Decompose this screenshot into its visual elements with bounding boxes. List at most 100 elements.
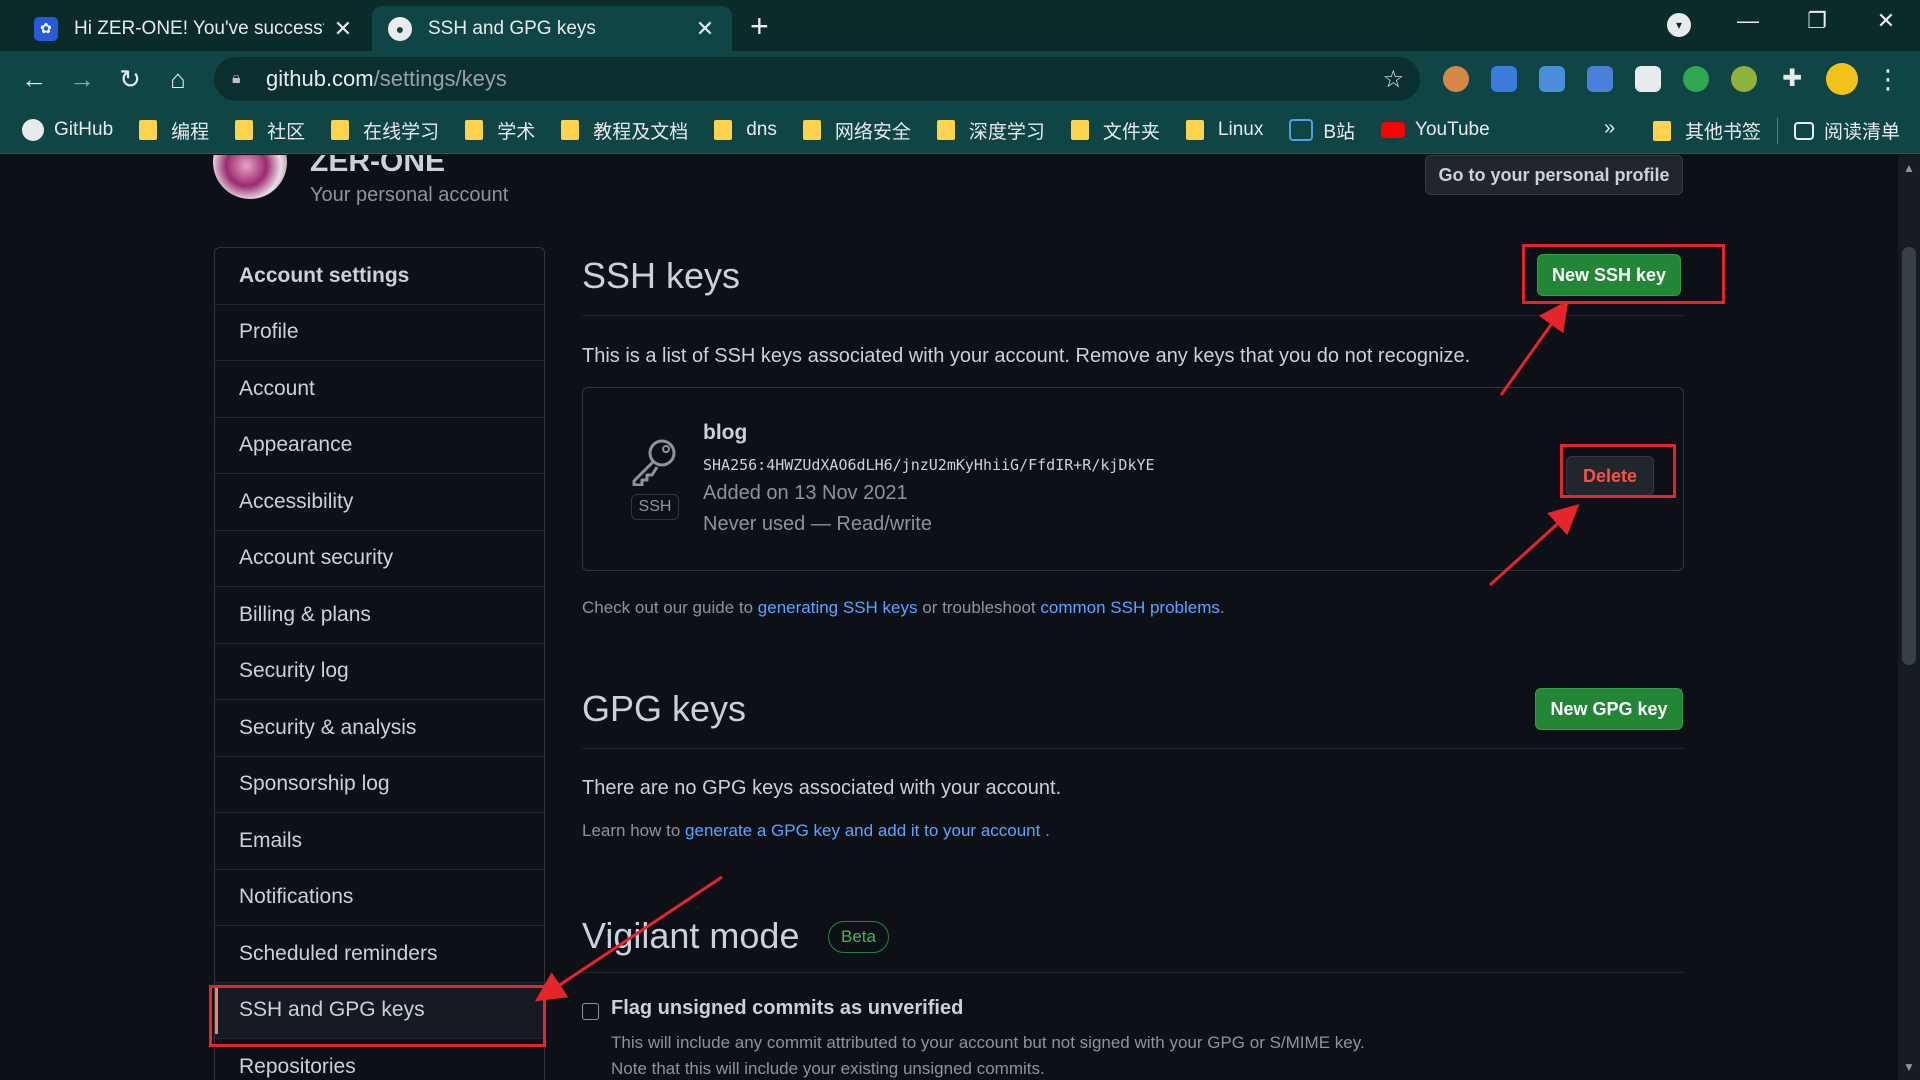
bookmark-label: 深度学习 <box>968 121 1045 143</box>
folder-icon <box>936 120 955 140</box>
baidu-favicon-icon: ✿ <box>34 16 58 41</box>
extension-colorful-icon[interactable] <box>1443 66 1469 92</box>
bookmark-folder[interactable]: 编程 <box>139 117 209 144</box>
scrollbar-thumb[interactable] <box>1902 247 1916 665</box>
sidebar-item-appearance[interactable]: Appearance <box>215 418 544 474</box>
ssh-intro-text: This is a list of SSH keys associated wi… <box>582 345 1471 367</box>
bookmark-label: 其他书签 <box>1684 122 1761 143</box>
annotation-box-sidebar-ssh <box>209 985 546 1047</box>
extension-diamond-icon[interactable] <box>1491 66 1517 92</box>
folder-icon <box>465 120 484 140</box>
home-icon[interactable]: ⌂ <box>160 61 196 97</box>
gpg-learn-text: Learn how to generate a GPG key and add … <box>582 821 1050 841</box>
bookmark-label: 网络安全 <box>834 121 911 143</box>
ssh-keys-heading: SSH keys <box>582 255 741 296</box>
tab-search-icon[interactable]: ▾ <box>1667 13 1691 37</box>
reload-icon[interactable]: ↻ <box>112 61 148 97</box>
sidebar-item-emails[interactable]: Emails <box>215 813 544 870</box>
bookmark-label: 编程 <box>171 121 210 143</box>
lock-icon[interactable]: 🔒︎ <box>232 70 252 88</box>
bookmark-folder[interactable]: Linux <box>1185 119 1264 141</box>
divider <box>1776 117 1778 144</box>
github-icon <box>22 119 44 141</box>
bookmark-label: YouTube <box>1415 119 1490 140</box>
bookmark-folder[interactable]: 深度学习 <box>936 117 1045 144</box>
bookmark-folder[interactable]: 社区 <box>235 117 305 144</box>
scroll-up-icon[interactable]: ▲ <box>1898 161 1920 175</box>
sidebar-item-scheduled-reminders[interactable]: Scheduled reminders <box>215 926 544 983</box>
sidebar-item-account[interactable]: Account <box>215 361 544 418</box>
extension-glasses-icon[interactable] <box>1635 66 1661 92</box>
forward-icon[interactable]: → <box>64 61 100 97</box>
bookmark-folder[interactable]: 文件夹 <box>1070 117 1160 144</box>
extension-mail-icon[interactable] <box>1539 66 1565 92</box>
extension-translate-icon[interactable] <box>1587 66 1613 92</box>
flag-unsigned-label[interactable]: Flag unsigned commits as unverified <box>611 997 963 1020</box>
account-name: ZER-ONE <box>310 155 445 178</box>
reading-list[interactable]: 阅读清单 <box>1793 117 1900 144</box>
guide-prefix: Check out our guide to <box>582 598 754 617</box>
extension-circle-icon[interactable] <box>1683 66 1709 92</box>
divider <box>582 315 1684 316</box>
restore-icon[interactable]: ❐ <box>1797 8 1837 34</box>
profile-avatar[interactable] <box>1826 63 1858 95</box>
bookmark-folder[interactable]: 教程及文档 <box>561 117 688 144</box>
common-ssh-problems-link[interactable]: common SSH problems <box>1040 598 1220 617</box>
sidebar-item-security-analysis[interactable]: Security & analysis <box>215 700 544 757</box>
scroll-down-icon[interactable]: ▼ <box>1898 1060 1920 1074</box>
tab-strip: ✿ Hi ZER-ONE! You've successfully ✕ ● SS… <box>0 0 1920 51</box>
more-bookmarks-icon[interactable]: » <box>1604 117 1615 140</box>
flag-unsigned-checkbox[interactable] <box>582 1003 599 1020</box>
window-close-icon[interactable]: ✕ <box>1866 8 1906 34</box>
bookmark-github[interactable]: GitHub <box>22 119 113 141</box>
address-bar[interactable]: 🔒︎ github.com/settings/keys ☆ <box>214 57 1420 101</box>
folder-icon <box>1070 120 1089 140</box>
settings-sidebar: Account settings Profile Account Appeara… <box>214 247 545 1080</box>
page-scrollbar[interactable]: ▲ ▼ <box>1898 155 1920 1080</box>
bookmark-folder[interactable]: 网络安全 <box>802 117 911 144</box>
extension-planet-icon[interactable] <box>1731 66 1757 92</box>
bookmark-other[interactable]: 其他书签 <box>1652 117 1761 144</box>
tab-welcome[interactable]: ✿ Hi ZER-ONE! You've successfully ✕ <box>18 6 370 51</box>
avatar[interactable] <box>213 155 287 199</box>
sidebar-item-billing[interactable]: Billing & plans <box>215 587 544 644</box>
key-fingerprint: SHA256:4HWZUdXAO6dLH6/jnzU2mKyHhiiG/FfdI… <box>703 456 1155 474</box>
divider <box>582 748 1684 749</box>
ssh-key-item: SSH blog SHA256:4HWZUdXAO6dLH6/jnzU2mKyH… <box>582 387 1684 571</box>
bookmark-folder[interactable]: dns <box>714 119 777 141</box>
bookmark-label: 文件夹 <box>1102 121 1160 143</box>
kebab-menu-icon[interactable]: ⋮ <box>1870 61 1906 97</box>
tab-ssh-gpg-keys[interactable]: ● SSH and GPG keys ✕ <box>372 6 732 51</box>
bookmark-youtube[interactable]: YouTube <box>1381 119 1490 141</box>
back-icon[interactable]: ← <box>16 61 52 97</box>
sidebar-item-profile[interactable]: Profile <box>215 305 544 361</box>
url-path: /settings/keys <box>373 66 507 91</box>
close-tab-icon[interactable]: ✕ <box>694 16 716 42</box>
bookmark-label: 学术 <box>497 121 536 143</box>
new-gpg-key-button[interactable]: New GPG key <box>1535 688 1683 730</box>
bookmark-label: Linux <box>1217 119 1264 140</box>
sidebar-item-accessibility[interactable]: Accessibility <box>215 474 544 531</box>
key-icon <box>632 439 676 486</box>
personal-profile-button[interactable]: Go to your personal profile <box>1425 155 1683 195</box>
extensions-puzzle-icon[interactable]: ✚ <box>1779 66 1805 92</box>
bookmark-star-icon[interactable]: ☆ <box>1382 65 1404 94</box>
gpg-keys-heading: GPG keys <box>582 688 747 729</box>
guide-middle: or troubleshoot <box>922 598 1036 617</box>
bookmark-folder[interactable]: 在线学习 <box>331 117 439 144</box>
bookmark-folder[interactable]: 学术 <box>465 117 535 144</box>
vigilant-note: Note that this will include your existin… <box>611 1059 1045 1078</box>
browser-toolbar: ← → ↻ ⌂ 🔒︎ github.com/settings/keys ☆ ✚ … <box>0 51 1920 107</box>
sidebar-item-sponsorship-log[interactable]: Sponsorship log <box>215 757 544 813</box>
youtube-icon <box>1381 122 1406 138</box>
sidebar-item-account-security[interactable]: Account security <box>215 531 544 587</box>
bookmark-bilibili[interactable]: B站 <box>1289 117 1355 144</box>
new-tab-icon[interactable]: + <box>750 8 769 45</box>
generating-ssh-keys-link[interactable]: generating SSH keys <box>758 598 918 617</box>
sidebar-item-security-log[interactable]: Security log <box>215 644 544 700</box>
sidebar-item-notifications[interactable]: Notifications <box>215 870 544 926</box>
close-tab-icon[interactable]: ✕ <box>332 16 354 42</box>
minimize-icon[interactable]: — <box>1728 8 1768 34</box>
generate-gpg-key-link[interactable]: generate a GPG key and add it to your ac… <box>685 821 1040 840</box>
sidebar-heading: Account settings <box>215 248 544 305</box>
